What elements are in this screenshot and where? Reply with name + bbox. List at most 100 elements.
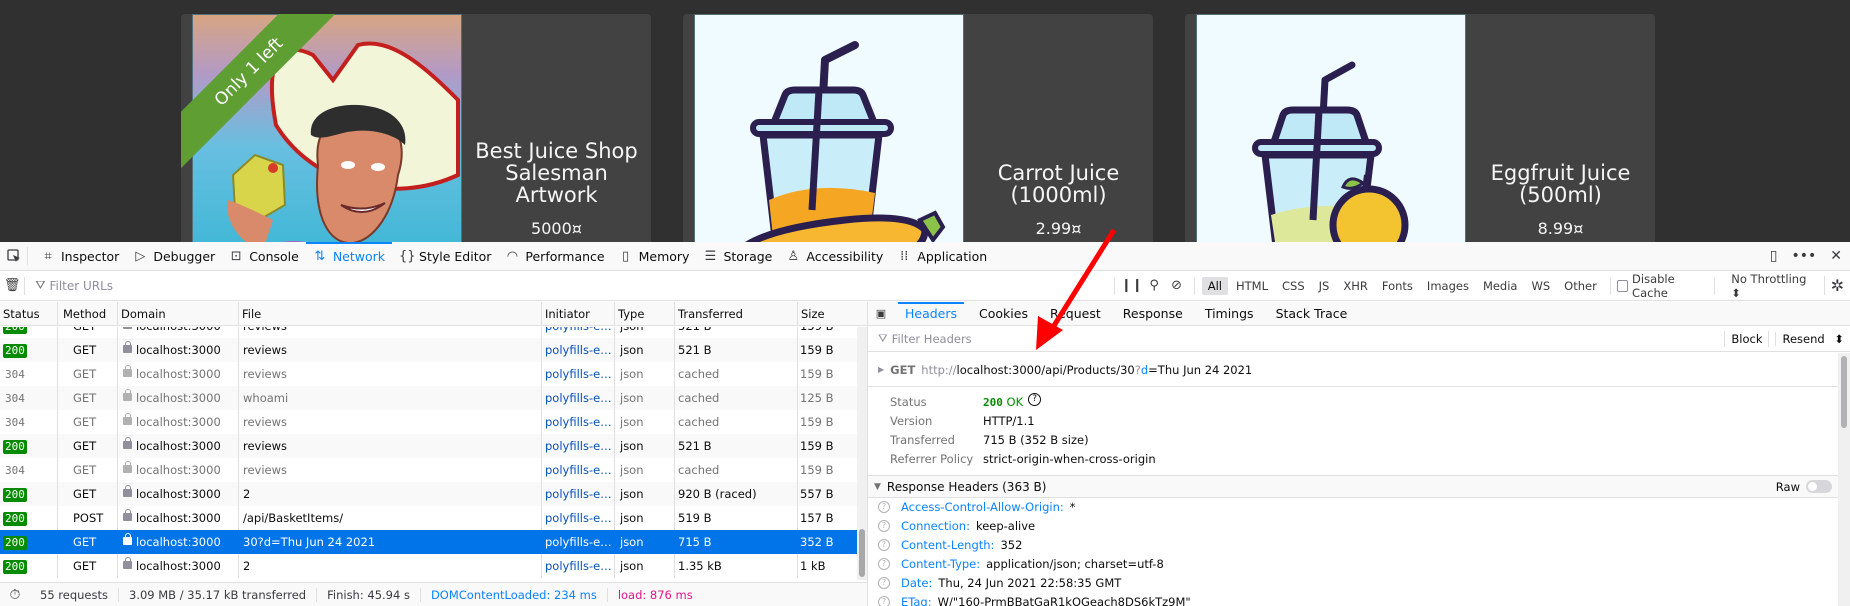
tab-accessibility[interactable]: ♙ Accessibility <box>779 242 890 271</box>
cell-transferred: 715 B <box>675 530 798 554</box>
cell-status: 304 <box>0 362 58 386</box>
tab-request[interactable]: Request <box>1039 302 1112 326</box>
column-size[interactable]: Size <box>798 302 848 325</box>
cell-initiator[interactable]: polyfills-e… <box>542 386 615 410</box>
request-row[interactable]: 304 GET localhost:3000 reviews polyfills-e… j… <box>0 458 857 482</box>
expand-triangle-icon[interactable]: ▶ <box>878 365 884 374</box>
performance-analysis-button[interactable]: ⏱ <box>0 587 30 603</box>
raw-switch[interactable] <box>1806 480 1832 493</box>
block-button[interactable]: Block <box>1724 330 1768 347</box>
tab-storage[interactable]: ☰ Storage <box>696 242 779 271</box>
tab-performance[interactable]: ◠ Performance <box>498 242 611 271</box>
help-icon[interactable]: ? <box>878 558 890 570</box>
toggle-sidebar-button[interactable]: ▣ <box>868 307 894 320</box>
tab-console[interactable]: ⊡ Console <box>222 242 306 271</box>
more-options-button[interactable]: ••• <box>1791 248 1816 264</box>
details-scrollbar[interactable] <box>1838 353 1850 606</box>
tab-inspector[interactable]: ⌗ Inspector <box>34 242 126 271</box>
filter-type-images[interactable]: Images <box>1421 277 1475 295</box>
filter-type-all[interactable]: All <box>1201 276 1228 295</box>
request-row[interactable]: 200 POST localhost:3000/api/BasketItems/po… <box>0 506 857 530</box>
filter-headers-input[interactable] <box>891 331 1292 346</box>
tab-stack-trace[interactable]: Stack Trace <box>1265 302 1359 326</box>
tab-memory[interactable]: ▯ Memory <box>612 242 697 271</box>
tab-cookies[interactable]: Cookies <box>968 302 1039 326</box>
clear-requests-button[interactable]: 🗑 <box>0 276 26 295</box>
filter-urls-input[interactable] <box>49 278 350 293</box>
filter-type-media[interactable]: Media <box>1477 277 1524 295</box>
dock-side-button[interactable]: ▯ <box>1770 248 1778 264</box>
request-row[interactable]: 304 GET localhost:3000 whoami polyfills-e… js… <box>0 386 857 410</box>
request-row[interactable]: 200 GET localhost:3000 30?d=Thu Jun 24 2021… <box>0 530 857 554</box>
request-url-line[interactable]: ▶ GET http://localhost:3000/api/Products… <box>868 353 1838 387</box>
search-button[interactable]: ⚲ <box>1143 278 1165 293</box>
scrollbar-thumb[interactable] <box>1841 356 1847 428</box>
help-icon[interactable]: ? <box>878 501 890 513</box>
column-initiator[interactable]: Initiator <box>542 302 615 325</box>
checkbox-box[interactable] <box>1616 279 1629 292</box>
cell-initiator[interactable]: polyfills-e… <box>542 327 615 338</box>
cell-initiator[interactable]: polyfills-e… <box>542 338 615 362</box>
request-row[interactable]: 200 GET localhost:3000 2 polyfills-e… json 920… <box>0 482 857 506</box>
product-card[interactable]: Eggfruit Juice (500ml) 8.99¤ <box>1185 14 1655 242</box>
header-name: Content-Type: <box>901 557 981 571</box>
network-settings-button[interactable]: ✲ <box>1823 276 1850 295</box>
throttling-select[interactable]: No Throttling ⬍ <box>1721 272 1824 300</box>
help-icon[interactable]: ? <box>1028 393 1042 406</box>
cell-initiator[interactable]: polyfills-e… <box>542 458 615 482</box>
close-devtools-button[interactable]: ✕ <box>1830 248 1842 264</box>
column-type[interactable]: Type <box>615 302 675 325</box>
filter-type-html[interactable]: HTML <box>1230 277 1274 295</box>
element-picker-button[interactable] <box>0 247 28 265</box>
summary-row-version: Version HTTP/1.1 <box>890 412 1838 431</box>
pause-button[interactable]: ❙❙ <box>1121 278 1143 293</box>
help-icon[interactable]: ? <box>878 596 890 606</box>
filter-type-js[interactable]: JS <box>1313 277 1336 295</box>
help-icon[interactable]: ? <box>878 539 890 551</box>
column-method[interactable]: Method <box>58 302 118 325</box>
tab-debugger[interactable]: ▷ Debugger <box>126 242 222 271</box>
scrollbar-thumb[interactable] <box>859 529 865 577</box>
tab-timings[interactable]: Timings <box>1194 302 1265 326</box>
block-requests-button[interactable]: ⊘ <box>1165 278 1187 293</box>
filter-type-xhr[interactable]: XHR <box>1337 277 1374 295</box>
product-card[interactable]: Only 1 left Best Juice Shop Salesman Art… <box>181 14 651 242</box>
column-transferred[interactable]: Transferred <box>675 302 798 325</box>
filter-type-ws[interactable]: WS <box>1525 277 1556 295</box>
request-row[interactable]: 200 GET localhost:3000 reviewspolyfills-e…j… <box>0 338 857 362</box>
cell-initiator[interactable]: polyfills-e… <box>542 506 615 530</box>
column-file[interactable]: File <box>239 302 542 325</box>
raw-toggle[interactable]: Raw <box>1776 480 1838 494</box>
domain-text: localhost:3000 <box>136 439 221 453</box>
cell-initiator[interactable]: polyfills-e… <box>542 362 615 386</box>
product-card[interactable]: Carrot Juice (1000ml) 2.99¤ <box>683 14 1153 242</box>
help-icon[interactable]: ? <box>878 520 890 532</box>
request-list-scrollbar[interactable] <box>857 327 867 580</box>
tab-style-editor[interactable]: {} Style Editor <box>392 242 498 271</box>
filter-type-fonts[interactable]: Fonts <box>1376 277 1419 295</box>
column-status[interactable]: Status <box>0 302 58 325</box>
tab-application[interactable]: ⁞⁞ Application <box>890 242 994 271</box>
tab-headers[interactable]: Headers <box>894 301 968 326</box>
request-row[interactable]: 304 GET localhost:3000 reviews polyfills-e… j… <box>0 362 857 386</box>
request-row[interactable]: 200 GET localhost:3000 2 polyfills-e… json 1.3… <box>0 554 857 578</box>
tab-response[interactable]: Response <box>1112 302 1194 326</box>
tab-network[interactable]: ⇅ Network <box>305 241 393 271</box>
cell-initiator[interactable]: polyfills-e… <box>542 434 615 458</box>
disable-cache-checkbox[interactable]: Disable Cache <box>1616 272 1709 300</box>
cell-initiator[interactable]: polyfills-e… <box>542 554 615 578</box>
cell-initiator[interactable]: polyfills-e… <box>542 530 615 554</box>
resend-button[interactable]: Resend ⬍ <box>1768 330 1850 347</box>
cell-initiator[interactable]: polyfills-e… <box>542 410 615 434</box>
response-headers-section[interactable]: ▼ Response Headers (363 B) Raw <box>868 476 1838 498</box>
filter-type-css[interactable]: CSS <box>1276 277 1311 295</box>
collapse-triangle-icon[interactable]: ▼ <box>874 482 881 492</box>
help-icon[interactable]: ? <box>878 577 890 589</box>
cell-initiator[interactable]: polyfills-e… <box>542 482 615 506</box>
column-domain[interactable]: Domain <box>118 302 239 325</box>
request-row[interactable]: 200 GET localhost:3000 reviewspolyfills-e…j… <box>0 434 857 458</box>
request-row[interactable]: 200 GET localhost:3000 reviewspolyfills-e…j… <box>0 327 857 338</box>
filter-type-other[interactable]: Other <box>1558 277 1603 295</box>
request-row[interactable]: 304 GET localhost:3000 reviews polyfills-e… j… <box>0 410 857 434</box>
lock-icon <box>123 389 132 401</box>
